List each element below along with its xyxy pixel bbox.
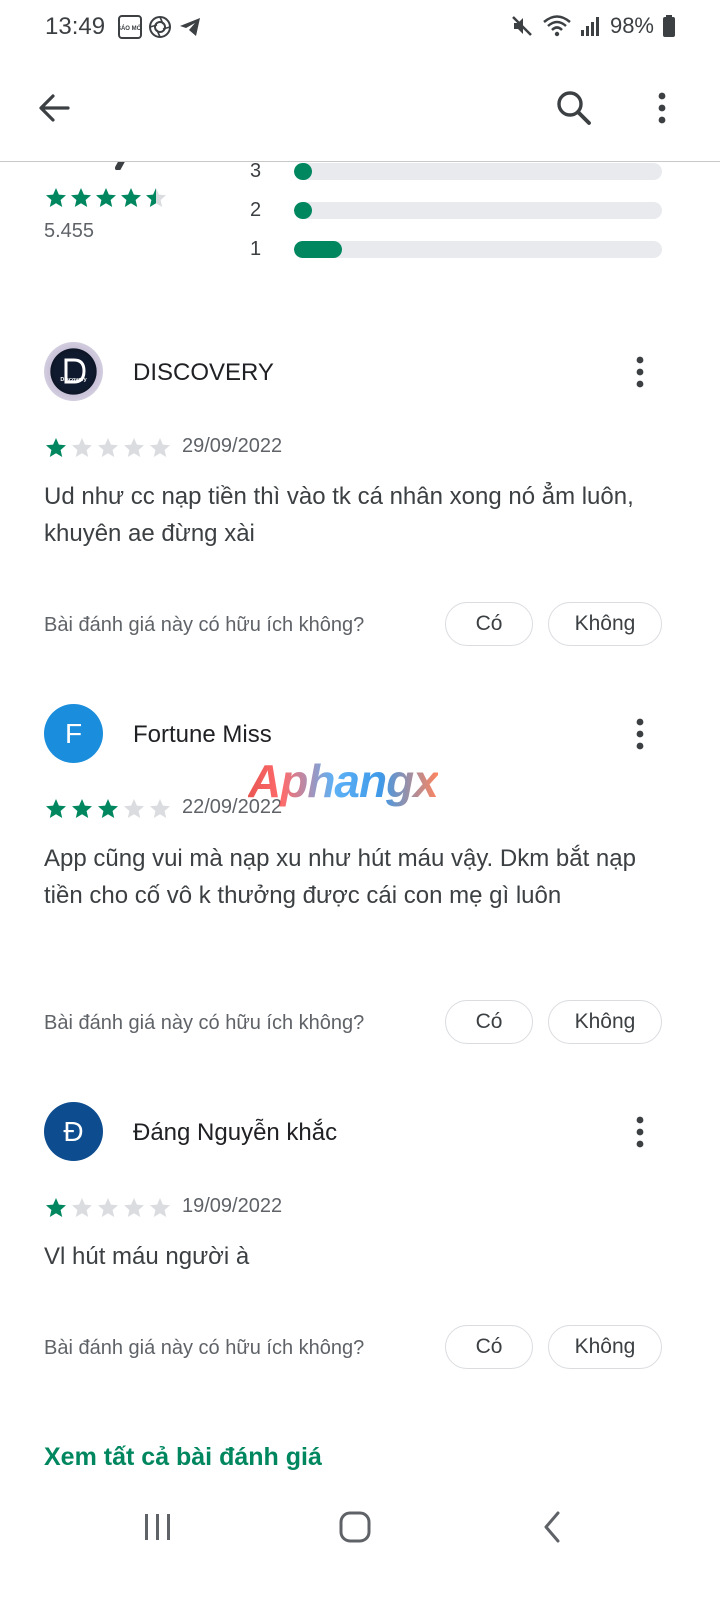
rating-bar-2: 2: [0, 199, 720, 223]
telegram-icon: [180, 18, 200, 36]
review-more-icon[interactable]: [630, 1112, 650, 1152]
reviewer-name: DISCOVERY: [133, 359, 274, 386]
star-empty-icon: [98, 1198, 118, 1217]
star-empty-icon: [124, 438, 144, 457]
helpful-no-button[interactable]: Không: [548, 1325, 662, 1369]
review-stars: [44, 1196, 172, 1220]
home-icon[interactable]: [338, 1510, 372, 1544]
reviewer-name: Đáng Nguyễn khắc: [133, 1119, 338, 1146]
rating-bar-3: 3: [0, 160, 720, 184]
star-empty-icon: [150, 438, 170, 457]
helpful-question: Bài đánh giá này có hữu ích không?: [44, 614, 365, 636]
review-stars: [44, 797, 172, 821]
rating-bar-fill: [294, 202, 313, 219]
star-empty-icon: [124, 1198, 144, 1217]
search-icon[interactable]: [554, 88, 594, 128]
review-date: 19/09/2022: [182, 1195, 283, 1217]
rating-bar-track: [294, 202, 662, 219]
star-filled-icon: [46, 1198, 66, 1217]
signal-icon: [580, 17, 599, 36]
discovery-logo-icon: Discovery: [53, 351, 94, 392]
star-filled-icon: [72, 799, 92, 818]
star-empty-icon: [72, 438, 92, 457]
see-all-reviews-link[interactable]: Xem tất cả bài đánh giá: [44, 1443, 322, 1472]
star-empty-icon: [124, 799, 144, 818]
baomoi-icon: BÁO MỚI: [118, 15, 142, 39]
baomoi-label: BÁO MỚI: [118, 24, 142, 32]
rating-bar-label: 1: [250, 238, 262, 260]
mute-icon: [512, 16, 532, 36]
helpful-yes-button[interactable]: Có: [445, 1325, 533, 1369]
star-filled-icon: [46, 799, 66, 818]
status-bar: 13:49 BÁO MỚI 98: [0, 0, 720, 58]
avatar: F: [44, 704, 103, 763]
battery-percent: 98%: [609, 13, 654, 38]
review-text: App cũng vui mà nạp xu như hút máu vậy. …: [44, 845, 636, 909]
rating-bar-label: 2: [250, 199, 262, 221]
status-right: 98%: [510, 13, 676, 39]
rating-bar-label: 3: [250, 160, 262, 182]
star-filled-icon: [98, 799, 118, 818]
helpful-question: Bài đánh giá này có hữu ích không?: [44, 1337, 365, 1359]
helpful-no-button[interactable]: Không: [548, 602, 662, 646]
recent-apps-icon[interactable]: [142, 1512, 174, 1542]
rating-bar-track: [294, 163, 662, 180]
status-time: 13:49: [45, 13, 106, 40]
rating-bar-1: 1: [0, 238, 720, 262]
discovery-logo-text: Discovery: [60, 377, 87, 383]
back-arrow-icon[interactable]: [34, 88, 74, 128]
app-bar: [0, 58, 720, 162]
star-empty-icon: [72, 1198, 92, 1217]
reviewer-name: Fortune Miss: [133, 721, 272, 748]
star-empty-icon: [150, 1198, 170, 1217]
rating-bar-track: [294, 241, 662, 258]
review-more-icon[interactable]: [630, 714, 650, 754]
camera-shutter-icon: [149, 16, 171, 38]
review-stars: [44, 436, 172, 460]
review-date: 29/09/2022: [182, 435, 283, 457]
nav-back-icon[interactable]: [540, 1510, 564, 1544]
review-text: Vl hút máu người à: [44, 1243, 250, 1270]
star-empty-icon: [150, 799, 170, 818]
star-empty-icon: [98, 438, 118, 457]
rating-bar-fill: [294, 241, 342, 258]
star-filled-icon: [46, 438, 66, 457]
more-options-icon[interactable]: [652, 88, 672, 128]
avatar: Discovery: [44, 342, 103, 401]
helpful-yes-button[interactable]: Có: [445, 1000, 533, 1044]
notification-icons: BÁO MỚI: [118, 15, 202, 39]
watermark: Aphangx: [248, 755, 439, 807]
review-text: Ud như cc nạp tiền thì vào tk cá nhân xo…: [44, 483, 634, 547]
review-more-icon[interactable]: [630, 352, 650, 392]
avatar: Đ: [44, 1102, 103, 1161]
helpful-no-button[interactable]: Không: [548, 1000, 662, 1044]
helpful-question: Bài đánh giá này có hữu ích không?: [44, 1012, 365, 1034]
rating-bar-fill: [294, 163, 313, 180]
wifi-icon: [543, 15, 571, 37]
helpful-yes-button[interactable]: Có: [445, 602, 533, 646]
system-nav-bar: [0, 1490, 720, 1600]
battery-icon: [663, 15, 675, 37]
